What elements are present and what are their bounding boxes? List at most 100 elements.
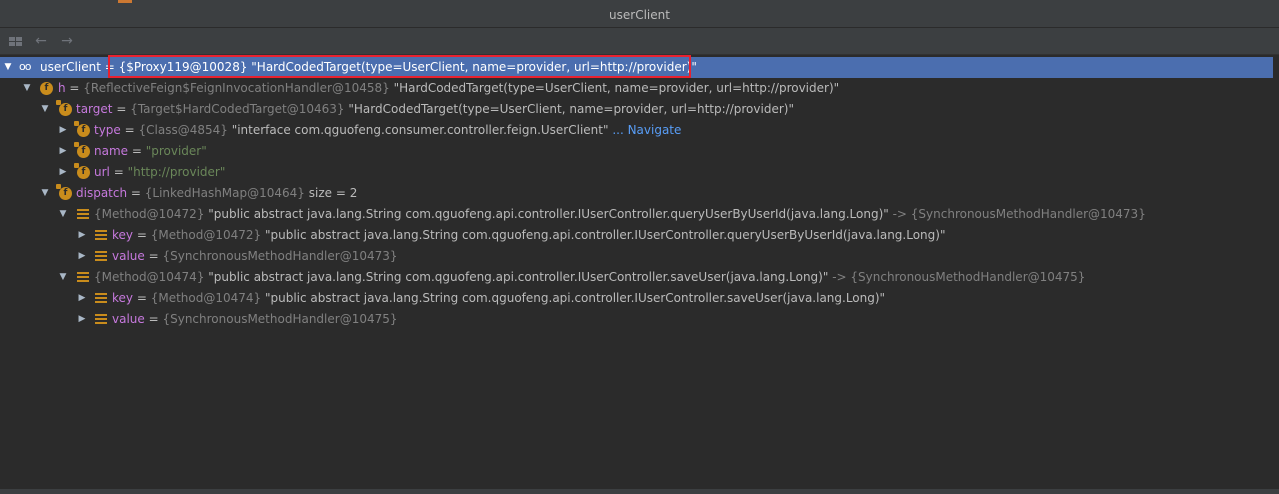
map-entry-icon [77,209,89,220]
forward-arrow-icon[interactable]: → [58,32,76,50]
tree-row-text: target = {Target$HardCodedTarget@10463} … [76,99,794,120]
field-locked-icon: f [74,142,90,158]
collapse-arrow-icon[interactable]: ▼ [2,57,14,78]
field-icon: f [40,82,53,95]
var-type-value: {SynchronousMethodHandler@10475} [850,270,1086,284]
expand-arrow-icon[interactable]: ▶ [76,309,88,330]
tree-row-h[interactable]: ▼ f h = {ReflectiveFeign$FeignInvocation… [0,78,1279,99]
var-value: "public abstract java.lang.String com.qg… [261,228,946,242]
var-value: "public abstract java.lang.String com.qg… [204,270,829,284]
layout-icon[interactable] [7,32,25,50]
map-entry-icon [77,272,89,283]
tree-row-text: name = "provider" [94,141,207,162]
tree-row-map-entry[interactable]: ▼ {Method@10474} "public abstract java.l… [0,267,1279,288]
tree-row-url[interactable]: ▶ f url = "http://provider" [0,162,1279,183]
equals-sign: = [133,291,151,305]
window-title: userClient [609,8,670,22]
equals-sign: = [112,102,131,116]
navigate-link[interactable]: ... Navigate [609,123,681,137]
tree-row-name[interactable]: ▶ f name = "provider" [0,141,1279,162]
map-arrow: -> [828,270,851,284]
var-name: value [112,249,145,263]
var-type: {Method@10472} [94,207,205,221]
var-value: "public abstract java.lang.String com.qg… [261,291,886,305]
var-value: "http://provider" [127,165,226,179]
var-type: {Method@10474} [94,270,205,284]
collapse-arrow-icon[interactable]: ▼ [39,183,51,204]
expand-arrow-icon[interactable]: ▶ [57,141,69,162]
var-type: {SynchronousMethodHandler@10475} [162,312,398,326]
var-name: dispatch [76,186,128,200]
variables-tree: ▼ oo userClient = {$Proxy119@10028} "Har… [0,55,1279,493]
tree-row-type[interactable]: ▶ f type = {Class@4854} "interface com.q… [0,120,1279,141]
tree-row-text: dispatch = {LinkedHashMap@10464} size = … [76,183,357,204]
toolbar: ← → [0,28,1279,55]
field-locked-icon: f [74,121,90,137]
red-highlight-box [108,55,691,78]
var-name: url [94,165,110,179]
tree-row-target[interactable]: ▼ f target = {Target$HardCodedTarget@104… [0,99,1279,120]
expand-arrow-icon[interactable]: ▶ [57,162,69,183]
var-name: value [112,312,145,326]
tree-row-text: {Method@10472} "public abstract java.lan… [94,204,1146,225]
tree-row-map-entry[interactable]: ▼ {Method@10472} "public abstract java.l… [0,204,1279,225]
expand-arrow-icon[interactable]: ▶ [76,225,88,246]
horizontal-scrollbar[interactable] [0,489,1279,494]
var-value: "HardCodedTarget(type=UserClient, name=p… [389,81,840,95]
vertical-scrollbar[interactable] [1273,57,1279,489]
var-value: "HardCodedTarget(type=UserClient, name=p… [344,102,794,116]
equals-sign: = [120,123,139,137]
watch-glasses-icon: oo [19,60,31,73]
collapse-arrow-icon[interactable]: ▼ [39,99,51,120]
window-title-bar: userClient [0,4,1279,28]
var-name: h [58,81,66,95]
var-type: {SynchronousMethodHandler@10473} [162,249,398,263]
map-arrow: -> [888,207,911,221]
field-locked-icon: f [56,100,72,116]
tree-row-text: key = {Method@10474} "public abstract ja… [112,288,885,309]
entry-field-icon [95,314,107,325]
var-type: {LinkedHashMap@10464} [144,186,305,200]
var-type: {Method@10474} [150,291,262,305]
tree-row-value[interactable]: ▶ value = {SynchronousMethodHandler@1047… [0,309,1279,330]
var-name: target [76,102,113,116]
field-locked-icon: f [56,184,72,200]
var-name: userClient [40,60,101,74]
expand-arrow-icon[interactable]: ▶ [76,288,88,309]
var-value: "provider" [145,144,207,158]
tab-accent [118,0,132,3]
var-type: {ReflectiveFeign$FeignInvocationHandler@… [83,81,390,95]
tree-row-text: {Method@10474} "public abstract java.lan… [94,267,1085,288]
var-name: type [94,123,121,137]
var-type: {Target$HardCodedTarget@10463} [130,102,345,116]
field-locked-icon: f [74,163,90,179]
tree-row-key[interactable]: ▶ key = {Method@10472} "public abstract … [0,225,1279,246]
tree-row-userClient[interactable]: ▼ oo userClient = {$Proxy119@10028} "Har… [0,55,1279,78]
entry-field-icon [95,293,107,304]
expand-arrow-icon[interactable]: ▶ [76,246,88,267]
tree-row-text: value = {SynchronousMethodHandler@10475} [112,309,398,330]
var-name: key [112,291,134,305]
collapse-arrow-icon[interactable]: ▼ [57,204,69,225]
var-name: name [94,144,129,158]
expand-arrow-icon[interactable]: ▶ [57,120,69,141]
tree-row-dispatch[interactable]: ▼ f dispatch = {LinkedHashMap@10464} siz… [0,183,1279,204]
equals-sign: = [128,144,146,158]
tree-row-text: type = {Class@4854} "interface com.qguof… [94,120,681,141]
var-name: key [112,228,134,242]
equals-sign: = [144,312,163,326]
tree-row-text: key = {Method@10472} "public abstract ja… [112,225,945,246]
back-arrow-icon[interactable]: ← [32,32,50,50]
tree-row-text: h = {ReflectiveFeign$FeignInvocationHand… [58,78,839,99]
collapse-arrow-icon[interactable]: ▼ [21,78,33,99]
equals-sign: = [144,249,163,263]
var-type: {Class@4854} [138,123,228,137]
entry-field-icon [95,230,107,241]
var-value: size = 2 [304,186,358,200]
equals-sign: = [133,228,151,242]
tree-row-key[interactable]: ▶ key = {Method@10474} "public abstract … [0,288,1279,309]
var-value: "public abstract java.lang.String com.qg… [204,207,889,221]
collapse-arrow-icon[interactable]: ▼ [57,267,69,288]
tree-row-value[interactable]: ▶ value = {SynchronousMethodHandler@1047… [0,246,1279,267]
tree-row-text: url = "http://provider" [94,162,225,183]
